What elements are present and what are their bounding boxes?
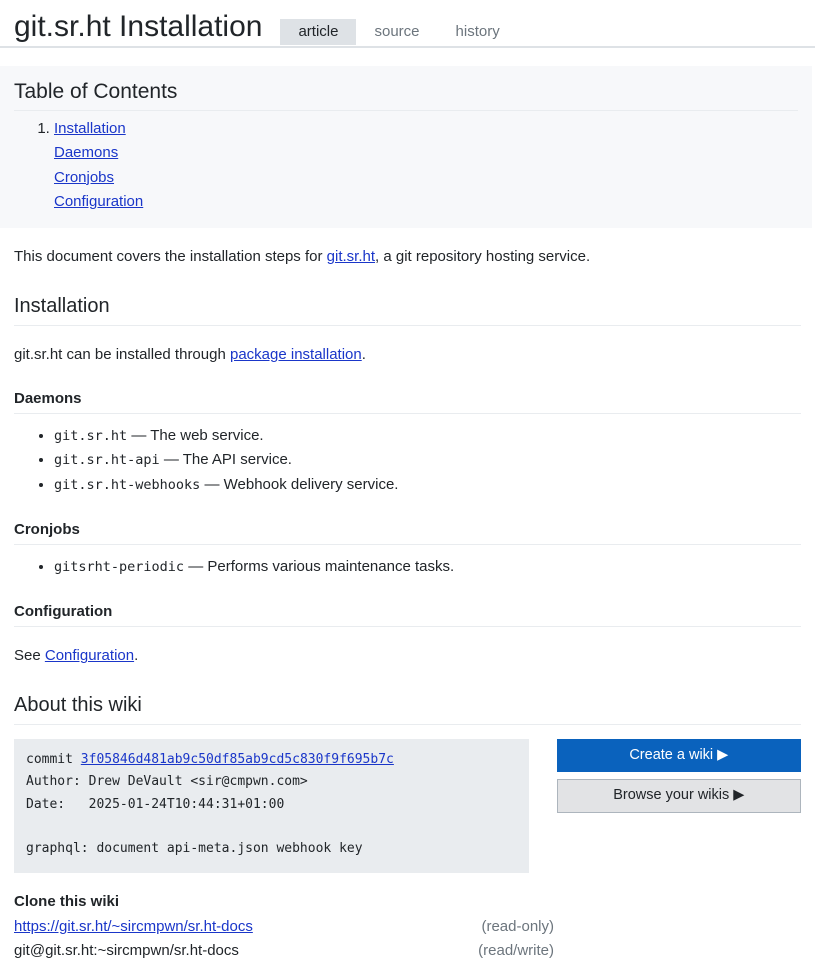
toc-subitem: Daemons bbox=[54, 141, 798, 165]
daemon-description: — The API service. bbox=[159, 451, 292, 469]
clone-url-ssh: git@git.sr.ht:~sircmpwn/sr.ht-docs bbox=[14, 941, 239, 959]
heading-installation: Installation bbox=[14, 295, 801, 326]
toc-link-cronjobs[interactable]: Cronjobs bbox=[54, 169, 114, 186]
installation-text-after: . bbox=[361, 345, 366, 363]
tab-source[interactable]: source bbox=[356, 19, 437, 45]
link-package-installation[interactable]: package installation bbox=[230, 346, 362, 363]
toc-subitem: Configuration bbox=[54, 190, 798, 214]
heading-cronjobs: Cronjobs bbox=[14, 521, 801, 546]
commit-message-line: graphql: document api-meta.json webhook … bbox=[26, 841, 363, 857]
list-item: git.sr.ht-webhooks — Webhook delivery se… bbox=[54, 473, 801, 497]
cronjobs-list: gitsrht-periodic — Performs various main… bbox=[14, 555, 801, 579]
page-header: git.sr.ht Installation article source hi… bbox=[0, 0, 815, 48]
heading-about-this-wiki: About this wiki bbox=[14, 694, 801, 725]
page-title: git.sr.ht Installation bbox=[14, 10, 263, 43]
wiki-actions: Create a wiki ▶ Browse your wikis ▶ bbox=[556, 738, 801, 813]
daemon-name: git.sr.ht bbox=[54, 428, 128, 445]
toc-link-daemons[interactable]: Daemons bbox=[54, 144, 118, 161]
heading-clone-this-wiki: Clone this wiki bbox=[14, 892, 120, 910]
commit-hash-link[interactable]: 3f05846d481ab9c50df85ab9cd5c830f9f695b7c bbox=[81, 752, 394, 767]
tab-article[interactable]: article bbox=[280, 19, 357, 45]
create-a-wiki-button[interactable]: Create a wiki ▶ bbox=[556, 738, 801, 773]
intro-text-before: This document covers the installation st… bbox=[14, 248, 327, 266]
intro-link-gitsrht[interactable]: git.sr.ht bbox=[327, 248, 375, 265]
browse-your-wikis-button[interactable]: Browse your wikis ▶ bbox=[556, 779, 801, 813]
clone-row: git@git.sr.ht:~sircmpwn/sr.ht-docs (read… bbox=[14, 939, 801, 963]
commit-info-block: commit 3f05846d481ab9c50df85ab9cd5c830f9… bbox=[14, 738, 529, 873]
heading-configuration: Configuration bbox=[14, 603, 801, 628]
daemon-description: — Webhook delivery service. bbox=[200, 475, 399, 493]
tab-bar: article source history bbox=[280, 19, 517, 45]
list-item: git.sr.ht — The web service. bbox=[54, 424, 801, 448]
toc-list: Installation Daemons Cronjobs Configurat… bbox=[14, 117, 798, 214]
commit-label: commit bbox=[26, 751, 81, 767]
heading-daemons: Daemons bbox=[14, 390, 801, 415]
link-configuration[interactable]: Configuration bbox=[45, 647, 134, 664]
wiki-page: git.sr.ht Installation article source hi… bbox=[0, 0, 815, 963]
chevron-right-icon: ▶ bbox=[717, 746, 729, 763]
toc-item: Installation Daemons Cronjobs Configurat… bbox=[54, 117, 798, 214]
toc-link-installation[interactable]: Installation bbox=[54, 120, 126, 137]
daemon-description: — The web service. bbox=[127, 427, 264, 445]
cronjob-description: — Performs various maintenance tasks. bbox=[184, 558, 455, 576]
toc-link-configuration[interactable]: Configuration bbox=[54, 193, 143, 210]
list-item: gitsrht-periodic — Performs various main… bbox=[54, 555, 801, 579]
daemon-name: git.sr.ht-webhooks bbox=[54, 476, 201, 493]
list-item: git.sr.ht-api — The API service. bbox=[54, 448, 801, 472]
daemon-name: git.sr.ht-api bbox=[54, 452, 160, 469]
clone-row: https://git.sr.ht/~sircmpwn/sr.ht-docs (… bbox=[14, 915, 801, 939]
daemons-list: git.sr.ht — The web service. git.sr.ht-a… bbox=[14, 424, 801, 497]
table-of-contents: Table of Contents Installation Daemons C… bbox=[0, 66, 812, 229]
about-section: commit 3f05846d481ab9c50df85ab9cd5c830f9… bbox=[14, 738, 801, 873]
configuration-paragraph: See Configuration. bbox=[14, 645, 801, 668]
browse-your-wikis-label: Browse your wikis bbox=[613, 787, 730, 804]
installation-paragraph: git.sr.ht can be installed through packa… bbox=[14, 344, 801, 367]
installation-text-before: git.sr.ht can be installed through bbox=[14, 345, 230, 363]
clone-url-https: https://git.sr.ht/~sircmpwn/sr.ht-docs bbox=[14, 915, 454, 939]
configuration-text-after: . bbox=[134, 647, 139, 665]
clone-access-readonly: (read-only) bbox=[481, 917, 554, 935]
article-body: This document covers the installation st… bbox=[0, 246, 815, 962]
intro-paragraph: This document covers the installation st… bbox=[14, 246, 801, 269]
intro-text-after: , a git repository hosting service. bbox=[375, 248, 591, 266]
toc-sublist: Daemons Cronjobs Configuration bbox=[54, 141, 798, 214]
commit-author-line: Author: Drew DeVault <sir@cmpwn.com> bbox=[26, 774, 308, 790]
cronjob-name: gitsrht-periodic bbox=[54, 559, 185, 576]
commit-date-line: Date: 2025-01-24T10:44:31+01:00 bbox=[26, 796, 285, 812]
create-a-wiki-label: Create a wiki bbox=[629, 746, 714, 763]
clone-url-https-link[interactable]: https://git.sr.ht/~sircmpwn/sr.ht-docs bbox=[14, 918, 253, 935]
chevron-right-icon: ▶ bbox=[733, 787, 745, 804]
tab-history[interactable]: history bbox=[438, 19, 518, 45]
clone-access-readwrite: (read/write) bbox=[478, 941, 554, 959]
toc-heading: Table of Contents bbox=[14, 80, 798, 111]
toc-subitem: Cronjobs bbox=[54, 166, 798, 190]
configuration-text-before: See bbox=[14, 647, 45, 665]
